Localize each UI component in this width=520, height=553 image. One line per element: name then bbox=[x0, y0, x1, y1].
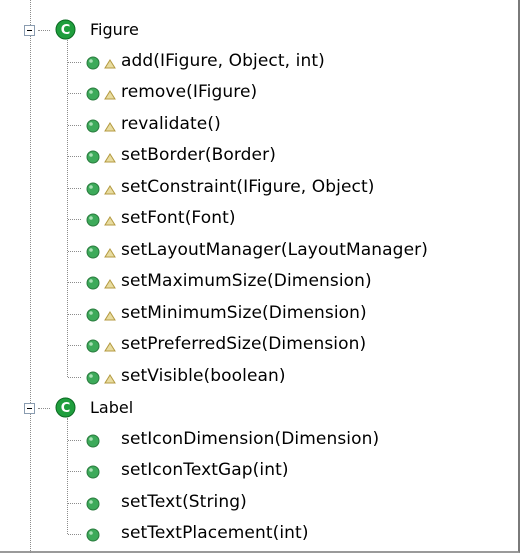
public-method-icon bbox=[86, 308, 100, 321]
method-signature: setPreferredSize(Dimension) bbox=[121, 334, 367, 354]
tree-node-method[interactable]: setFont(Font) bbox=[0, 203, 510, 237]
method-signature: add(IFigure, Object, int) bbox=[121, 50, 325, 71]
tree-connector bbox=[68, 471, 81, 472]
public-method-icon bbox=[86, 465, 100, 479]
class-name-label: Label bbox=[90, 398, 134, 417]
collapse-toggle-figure[interactable] bbox=[24, 25, 35, 36]
public-method-icon bbox=[86, 276, 100, 290]
method-signature: setIconTextGap(int) bbox=[121, 460, 289, 480]
tree-node-method[interactable]: setIconTextGap(int) bbox=[0, 455, 510, 489]
class-hierarchy-tree: C Figure add(IFigure, Object, int) remov… bbox=[0, 0, 520, 553]
protected-triangle-icon bbox=[104, 247, 116, 257]
tree-connector bbox=[68, 250, 81, 252]
tree-connector bbox=[68, 124, 81, 126]
method-signature: setIconDimension(Dimension) bbox=[121, 428, 380, 449]
method-signature: setBorder(Border) bbox=[121, 145, 276, 165]
tree-connector bbox=[38, 408, 50, 409]
protected-triangle-icon bbox=[104, 58, 116, 68]
tree-node-label[interactable]: C Label bbox=[0, 392, 510, 426]
tree-connector bbox=[68, 439, 81, 441]
public-method-icon bbox=[86, 87, 100, 101]
tree-node-method[interactable]: add(IFigure, Object, int) bbox=[0, 46, 510, 80]
method-signature: setTextPlacement(int) bbox=[121, 523, 309, 543]
public-method-icon bbox=[86, 371, 100, 384]
method-signature: setMinimumSize(Dimension) bbox=[121, 302, 367, 323]
tree-connector bbox=[68, 502, 81, 504]
protected-triangle-icon bbox=[104, 153, 116, 163]
svg-text:C: C bbox=[61, 23, 71, 38]
tree-node-method[interactable]: setLayoutManager(LayoutManager) bbox=[0, 235, 510, 269]
protected-triangle-icon bbox=[104, 90, 116, 100]
public-method-icon bbox=[86, 497, 100, 510]
method-signature: setVisible(boolean) bbox=[121, 365, 286, 386]
svg-text:C: C bbox=[61, 401, 71, 416]
class-name-label: Figure bbox=[90, 20, 139, 39]
tree-connector bbox=[68, 282, 81, 283]
tree-node-method[interactable]: setIconDimension(Dimension) bbox=[0, 424, 510, 458]
tree-node-method[interactable]: setMaximumSize(Dimension) bbox=[0, 266, 510, 300]
tree-connector bbox=[68, 61, 81, 63]
protected-triangle-icon bbox=[104, 184, 116, 194]
tree-node-method[interactable]: remove(IFigure) bbox=[0, 77, 510, 111]
method-signature: setText(String) bbox=[121, 491, 247, 512]
public-method-icon bbox=[86, 56, 100, 69]
tree-node-method[interactable]: setText(String) bbox=[0, 487, 510, 521]
tree-connector bbox=[68, 219, 81, 220]
public-method-icon bbox=[86, 434, 100, 447]
public-method-icon bbox=[86, 339, 100, 353]
protected-triangle-icon bbox=[104, 373, 116, 383]
method-signature: setConstraint(IFigure, Object) bbox=[121, 176, 375, 197]
tree-node-method[interactable]: setMinimumSize(Dimension) bbox=[0, 298, 510, 332]
method-signature: setMaximumSize(Dimension) bbox=[121, 271, 372, 291]
protected-triangle-icon bbox=[104, 216, 116, 226]
protected-triangle-icon bbox=[104, 342, 116, 352]
tree-node-method[interactable]: setPreferredSize(Dimension) bbox=[0, 329, 510, 363]
method-signature: remove(IFigure) bbox=[121, 82, 258, 102]
tree-connector bbox=[68, 313, 81, 315]
tree-connector bbox=[68, 345, 81, 346]
tree-node-figure[interactable]: C Figure bbox=[0, 14, 510, 48]
tree-connector bbox=[68, 93, 81, 94]
tree-connector bbox=[68, 187, 81, 189]
public-method-icon bbox=[86, 245, 100, 258]
public-method-icon bbox=[86, 150, 100, 164]
public-method-icon bbox=[86, 119, 100, 132]
tree-connector bbox=[38, 30, 50, 31]
class-c-icon: C bbox=[55, 397, 76, 418]
protected-triangle-icon bbox=[104, 279, 116, 289]
method-signature: setFont(Font) bbox=[121, 208, 236, 228]
tree-node-method[interactable]: revalidate() bbox=[0, 109, 510, 143]
method-signature: setLayoutManager(LayoutManager) bbox=[121, 239, 428, 260]
collapse-toggle-label[interactable] bbox=[24, 403, 35, 414]
method-signature: revalidate() bbox=[121, 113, 221, 134]
public-method-icon bbox=[86, 182, 100, 195]
tree-node-method[interactable]: setVisible(boolean) bbox=[0, 361, 510, 395]
tree-connector bbox=[68, 156, 81, 157]
public-method-icon bbox=[86, 213, 100, 227]
tree-connector bbox=[68, 376, 81, 378]
protected-triangle-icon bbox=[104, 121, 116, 131]
class-c-icon: C bbox=[55, 19, 76, 40]
tree-connector bbox=[68, 534, 81, 535]
public-method-icon bbox=[86, 528, 100, 542]
tree-node-method[interactable]: setBorder(Border) bbox=[0, 140, 510, 174]
tree-node-method[interactable]: setTextPlacement(int) bbox=[0, 518, 510, 552]
tree-node-method[interactable]: setConstraint(IFigure, Object) bbox=[0, 172, 510, 206]
protected-triangle-icon bbox=[104, 310, 116, 320]
